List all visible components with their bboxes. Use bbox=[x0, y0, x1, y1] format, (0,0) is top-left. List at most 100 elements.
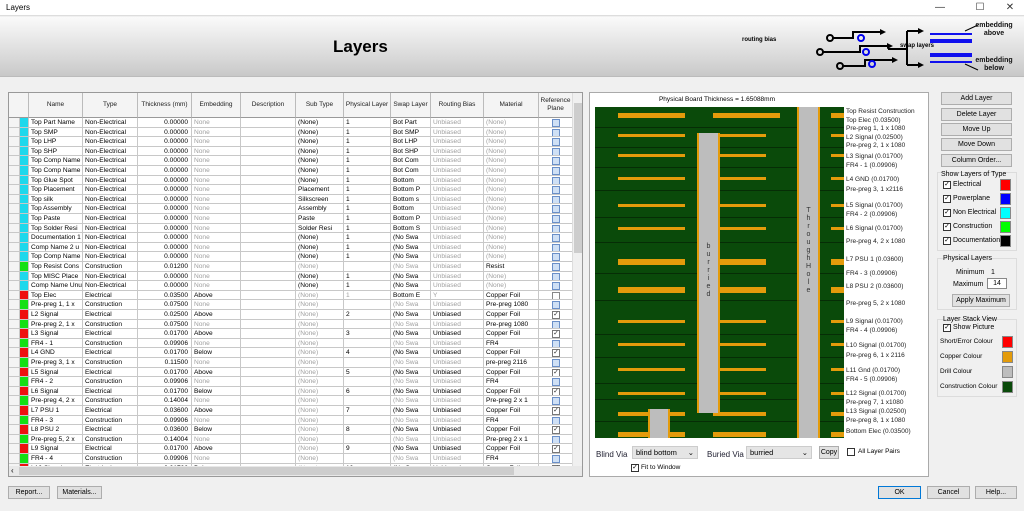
cell-physical-layer[interactable]: 5 bbox=[344, 367, 391, 378]
cell-description[interactable] bbox=[241, 329, 296, 339]
cell-sub-type[interactable]: (None) bbox=[296, 329, 344, 339]
cell-name[interactable]: Pre-preg 2, 1 x bbox=[29, 319, 83, 330]
cell-physical-layer[interactable]: 1 bbox=[344, 242, 391, 253]
cell-sub-type[interactable]: (None) bbox=[296, 348, 344, 358]
table-row[interactable]: FR4 - 3 Construction 0.09906 None (None) (No … bbox=[9, 415, 573, 426]
cell-type[interactable]: Electrical bbox=[83, 386, 138, 397]
cell-thickness[interactable]: 0.00000 bbox=[138, 242, 192, 253]
cell-swap-layer[interactable]: Bottom P bbox=[391, 214, 431, 224]
cell-material[interactable]: (None) bbox=[484, 271, 539, 282]
cell-thickness[interactable]: 0.07500 bbox=[138, 319, 192, 330]
cell-sub-type[interactable]: (None) bbox=[296, 377, 344, 387]
cell-physical-layer[interactable] bbox=[344, 338, 391, 349]
cell-thickness[interactable]: 0.11500 bbox=[138, 358, 192, 368]
reference-plane-checkbox[interactable]: ✓ bbox=[552, 330, 560, 338]
cell-description[interactable] bbox=[241, 175, 296, 186]
cell-routing-bias[interactable]: Unbiased bbox=[431, 156, 484, 166]
vertical-scrollbar[interactable] bbox=[572, 93, 582, 466]
cell-material[interactable]: Copper Foil bbox=[484, 425, 539, 435]
cell-embedding[interactable]: None bbox=[192, 185, 241, 195]
show-documentation-checkbox[interactable]: ✓ bbox=[943, 237, 951, 245]
cell-physical-layer[interactable]: 1 bbox=[344, 194, 391, 205]
column-header-material[interactable]: Material bbox=[484, 93, 539, 118]
show-powerplane-checkbox[interactable]: ✓ bbox=[943, 195, 951, 203]
cell-name[interactable]: Top Paste bbox=[29, 214, 83, 224]
apply-maximum-button[interactable]: Apply Maximum bbox=[952, 294, 1010, 307]
cell-name[interactable]: FR4 - 3 bbox=[29, 415, 83, 426]
cell-description[interactable] bbox=[241, 300, 296, 310]
table-row[interactable]: Pre-preg 2, 1 x Construction 0.07500 None (N… bbox=[9, 319, 573, 330]
cell-thickness[interactable]: 0.00000 bbox=[138, 194, 192, 205]
row-selector[interactable] bbox=[9, 175, 20, 186]
cell-material[interactable]: Copper Foil bbox=[484, 444, 539, 454]
cell-physical-layer[interactable] bbox=[344, 396, 391, 406]
cell-type[interactable]: Non-Electrical bbox=[83, 194, 138, 205]
cell-thickness[interactable]: 0.00000 bbox=[138, 156, 192, 166]
cell-material[interactable]: Copper Foil bbox=[484, 367, 539, 378]
cell-description[interactable] bbox=[241, 118, 296, 128]
show-electrical-checkbox[interactable]: ✓ bbox=[943, 181, 951, 189]
cell-thickness[interactable]: 0.14004 bbox=[138, 396, 192, 406]
reference-plane-checkbox[interactable] bbox=[552, 234, 560, 242]
cell-physical-layer[interactable]: 1 bbox=[344, 156, 391, 166]
cell-physical-layer[interactable]: 1 bbox=[344, 233, 391, 243]
cell-name[interactable]: Top Comp Name bbox=[29, 166, 83, 176]
cell-description[interactable] bbox=[241, 156, 296, 166]
cell-sub-type[interactable]: (None) bbox=[296, 310, 344, 320]
cell-embedding[interactable]: None bbox=[192, 175, 241, 186]
cell-type[interactable]: Non-Electrical bbox=[83, 223, 138, 234]
column-header-name[interactable]: Name bbox=[29, 93, 83, 118]
cell-swap-layer[interactable]: Bottom bbox=[391, 204, 431, 214]
cell-embedding[interactable]: Above bbox=[192, 310, 241, 320]
cell-routing-bias[interactable]: Unbiased bbox=[431, 214, 484, 224]
reference-plane-checkbox[interactable] bbox=[552, 397, 560, 406]
show-picture-checkbox[interactable]: ✓ bbox=[943, 324, 951, 332]
cell-thickness[interactable]: 0.00000 bbox=[138, 252, 192, 262]
row-selector[interactable] bbox=[9, 281, 20, 291]
row-selector[interactable] bbox=[9, 185, 20, 195]
cell-routing-bias[interactable]: Unbiased bbox=[431, 386, 484, 397]
cell-type[interactable]: Electrical bbox=[83, 367, 138, 378]
cell-routing-bias[interactable]: Unbiased bbox=[431, 358, 484, 368]
cell-physical-layer[interactable]: 1 bbox=[344, 118, 391, 128]
help-button[interactable]: Help... bbox=[975, 486, 1017, 499]
delete-layer-button[interactable]: Delete Layer bbox=[941, 108, 1012, 121]
cell-embedding[interactable]: None bbox=[192, 454, 241, 464]
cell-sub-type[interactable]: (None) bbox=[296, 233, 344, 243]
reference-plane-checkbox[interactable]: ✓ bbox=[552, 387, 560, 396]
cell-physical-layer[interactable]: 1 bbox=[344, 137, 391, 147]
cell-name[interactable]: Top Comp Name bbox=[29, 156, 83, 166]
cell-embedding[interactable]: None bbox=[192, 252, 241, 262]
reference-plane-checkbox[interactable] bbox=[552, 291, 560, 300]
row-selector[interactable] bbox=[9, 396, 20, 406]
reference-plane-checkbox[interactable] bbox=[552, 435, 560, 444]
cell-thickness[interactable]: 0.00000 bbox=[138, 281, 192, 291]
reference-plane-checkbox[interactable] bbox=[552, 138, 560, 146]
cell-embedding[interactable]: None bbox=[192, 396, 241, 406]
cell-type[interactable]: Construction bbox=[83, 377, 138, 387]
reference-plane-checkbox[interactable]: ✓ bbox=[552, 407, 560, 415]
cell-thickness[interactable]: 0.09906 bbox=[138, 454, 192, 464]
cell-type[interactable]: Construction bbox=[83, 300, 138, 310]
cell-type[interactable]: Electrical bbox=[83, 329, 138, 339]
cell-type[interactable]: Non-Electrical bbox=[83, 146, 138, 157]
cell-embedding[interactable]: None bbox=[192, 223, 241, 234]
cell-routing-bias[interactable]: Unbiased bbox=[431, 300, 484, 310]
cell-thickness[interactable]: 0.03600 bbox=[138, 406, 192, 416]
cell-material[interactable]: (None) bbox=[484, 281, 539, 291]
cell-material[interactable]: Copper Foil bbox=[484, 348, 539, 358]
reference-plane-checkbox[interactable] bbox=[552, 243, 560, 252]
table-row[interactable]: Top Comp Name Non-Electrical 0.00000 None (N… bbox=[9, 166, 573, 176]
cell-physical-layer[interactable]: 1 bbox=[344, 214, 391, 224]
row-selector[interactable] bbox=[9, 233, 20, 243]
cell-swap-layer[interactable]: Bot LHP bbox=[391, 137, 431, 147]
move-up-button[interactable]: Move Up bbox=[941, 123, 1012, 136]
reference-plane-checkbox[interactable] bbox=[552, 147, 560, 156]
cell-embedding[interactable]: None bbox=[192, 271, 241, 282]
cell-material[interactable]: Pre-preg 1080 bbox=[484, 300, 539, 310]
row-selector[interactable] bbox=[9, 204, 20, 214]
type-color-swatch[interactable] bbox=[1000, 179, 1011, 191]
cell-swap-layer[interactable]: (No Swa bbox=[391, 262, 431, 272]
cell-swap-layer[interactable]: (No Swa bbox=[391, 406, 431, 416]
cell-swap-layer[interactable]: (No Swa bbox=[391, 348, 431, 358]
